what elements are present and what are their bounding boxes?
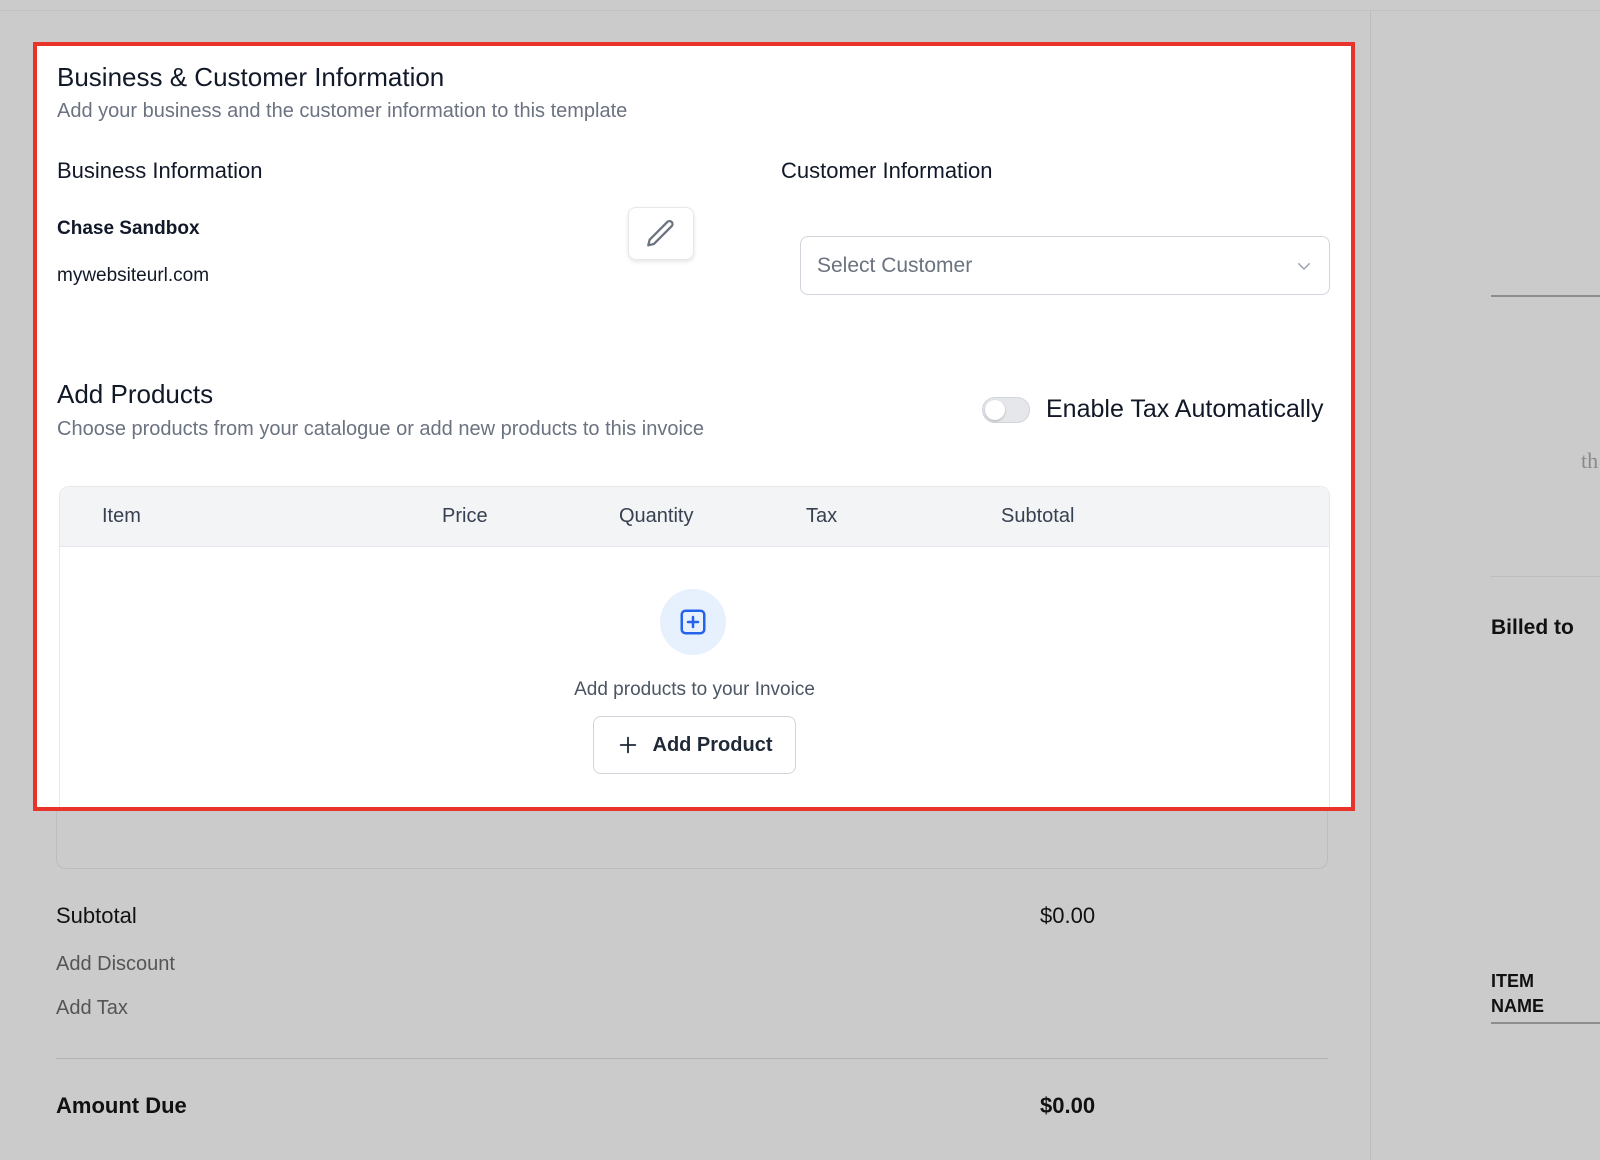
add-product-label: Add Product — [652, 733, 773, 756]
amount-due-value: $0.00 — [1040, 1093, 1096, 1118]
edit-business-button[interactable] — [628, 207, 694, 260]
add-product-button[interactable]: Add Product — [593, 716, 796, 774]
top-divider — [0, 10, 1600, 11]
toggle-knob — [985, 399, 1005, 420]
add-tax-link[interactable]: Add Tax — [56, 997, 128, 1020]
select-customer-dropdown[interactable]: Select Customer — [800, 236, 1330, 295]
subtotal-value: $0.00 — [1040, 903, 1096, 928]
enable-tax-toggle-group: Enable Tax Automatically — [982, 395, 1323, 424]
add-discount-link[interactable]: Add Discount — [56, 953, 175, 976]
select-customer-placeholder: Select Customer — [817, 253, 973, 277]
customer-info-heading: Customer Information — [781, 158, 993, 183]
enable-tax-label: Enable Tax Automatically — [1046, 395, 1324, 423]
add-products-title: Add Products — [57, 379, 214, 409]
preview-rule-bottom — [1491, 1022, 1600, 1024]
column-header-item: Item — [102, 505, 141, 527]
preview-peek-text: th — [1581, 448, 1599, 473]
preview-rule — [1491, 295, 1600, 297]
column-header-tax: Tax — [806, 505, 838, 527]
summary-divider — [56, 1058, 1328, 1059]
business-name: Chase Sandbox — [57, 218, 200, 239]
subtotal-label: Subtotal — [56, 903, 137, 928]
business-customer-subtitle: Add your business and the customer infor… — [57, 100, 628, 122]
business-customer-title: Business & Customer Information — [57, 62, 445, 92]
column-header-quantity: Quantity — [619, 505, 694, 527]
pencil-icon — [647, 219, 674, 246]
invoice-preview-panel: th Billed to ITEM NAME — [1371, 11, 1600, 1160]
add-products-subtitle: Choose products from your catalogue or a… — [57, 418, 705, 440]
products-table-header: Item Price Quantity Tax Subtotal — [60, 487, 1329, 547]
products-table: Item Price Quantity Tax Subtotal Add pro… — [59, 486, 1330, 807]
highlighted-form-section: Business & Customer Information Add your… — [33, 42, 1355, 811]
chevron-down-icon — [1298, 262, 1310, 270]
products-table-bottom — [56, 811, 1328, 869]
business-url: mywebsiteurl.com — [57, 265, 210, 286]
empty-state-add-icon — [660, 589, 726, 655]
enable-tax-toggle[interactable] — [982, 396, 1030, 423]
column-header-price: Price — [442, 505, 488, 527]
plus-square-icon — [680, 609, 706, 635]
column-header-subtotal: Subtotal — [1001, 505, 1075, 527]
amount-due-label: Amount Due — [56, 1093, 187, 1118]
preview-item-name: ITEM NAME — [1491, 971, 1544, 1016]
plus-icon — [619, 736, 636, 754]
empty-state-text: Add products to your Invoice — [574, 679, 815, 700]
preview-thin-rule — [1491, 576, 1600, 577]
preview-billed-to: Billed to — [1491, 616, 1574, 639]
business-info-heading: Business Information — [57, 158, 263, 183]
